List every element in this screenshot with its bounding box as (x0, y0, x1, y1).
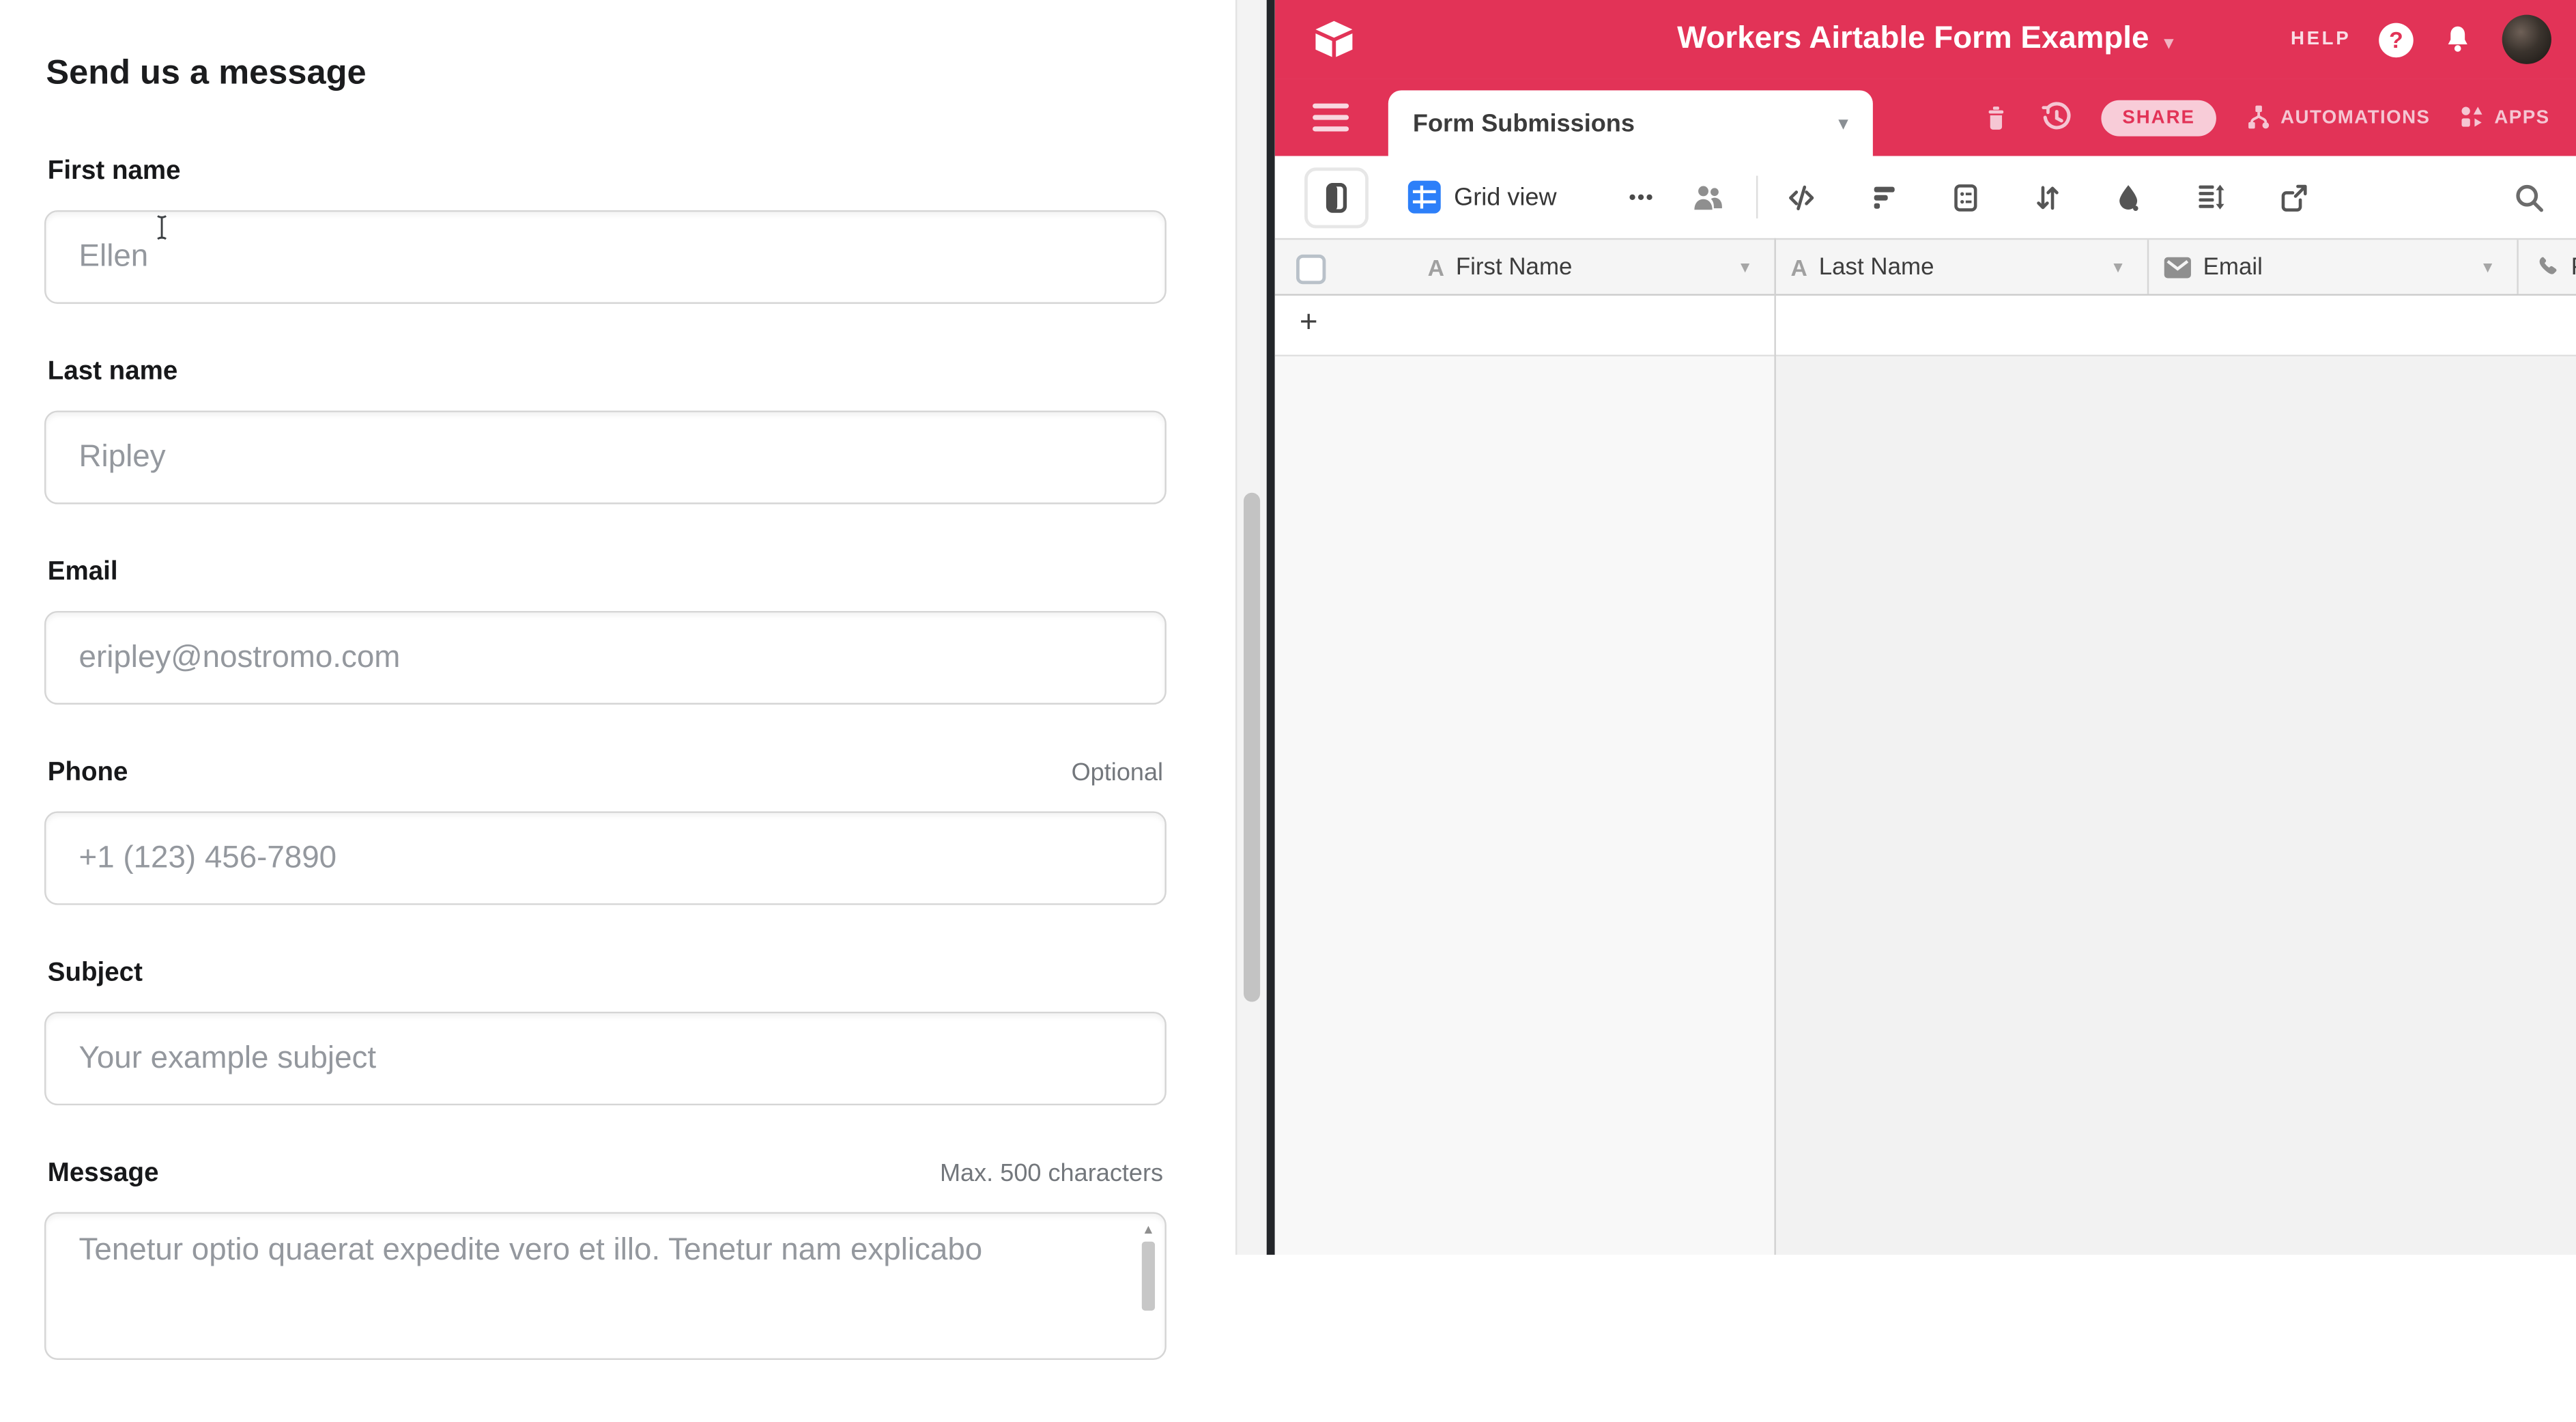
grid-view-icon (1408, 181, 1441, 214)
toolbar-divider (1756, 175, 1758, 218)
sidebar-toggle-icon (1324, 182, 1349, 213)
last-name-input[interactable] (44, 410, 1167, 504)
more-options-icon[interactable]: ••• (1629, 186, 1655, 209)
grid-record-area (1275, 356, 1775, 1255)
hide-fields-icon[interactable] (1784, 180, 1819, 214)
first-name-label: First name (48, 158, 181, 187)
email-label: Email (48, 558, 118, 588)
menu-icon[interactable] (1313, 104, 1349, 132)
chevron-down-icon[interactable]: ▾ (2164, 25, 2174, 53)
history-icon[interactable] (2039, 100, 2074, 135)
column-header-first-name[interactable]: A First Name ▾ (1413, 240, 1775, 294)
cursor-ibeam-icon (153, 214, 171, 242)
message-maxlength-hint: Max. 500 characters (940, 1159, 1163, 1187)
subject-label: Subject (48, 959, 143, 989)
automations-icon (2244, 102, 2272, 133)
scroll-up-arrow-icon[interactable]: ▲ (1139, 1222, 1158, 1237)
trash-icon[interactable] (1981, 101, 2010, 134)
form-pane-scrollbar-thumb[interactable] (1244, 493, 1260, 1002)
last-name-field-group: Last name (44, 358, 1167, 504)
chevron-down-icon[interactable]: ▾ (1741, 256, 1760, 277)
text-field-icon: A (1428, 254, 1444, 280)
view-toolbar: Grid view ••• (1275, 156, 2576, 238)
screen: Send us a message First name Last name E… (0, 0, 2576, 1255)
column-header-last-name[interactable]: A Last Name ▾ (1774, 240, 2147, 294)
airtable-window: Workers Airtable Form Example ▾ HELP ? F… (1275, 0, 2576, 1255)
row-height-icon[interactable] (2194, 181, 2229, 214)
textarea-scrollbar[interactable]: ▲ (1139, 1222, 1158, 1311)
textarea-scrollbar-thumb[interactable] (1142, 1242, 1155, 1311)
help-circle-icon[interactable]: ? (2379, 22, 2414, 57)
column-header-phone[interactable]: Phone (2517, 240, 2576, 294)
tab-form-submissions[interactable]: Form Submissions ▾ (1388, 90, 1873, 156)
grid-header-row: A First Name ▾ A Last Name ▾ Email ▾ (1275, 238, 2576, 296)
views-sidebar-toggle-button[interactable] (1304, 167, 1369, 227)
apps-icon (2458, 102, 2486, 133)
group-icon[interactable] (1950, 180, 1981, 214)
first-name-field-group: First name (44, 158, 1167, 304)
phone-input[interactable] (44, 811, 1167, 905)
pane-divider[interactable] (1267, 0, 1275, 1255)
bell-icon[interactable] (2442, 21, 2474, 57)
active-table-name: Form Submissions (1413, 109, 1635, 137)
column-divider[interactable] (1774, 238, 1775, 1255)
form-title: Send us a message (46, 54, 366, 94)
view-name-label[interactable]: Grid view (1454, 183, 1556, 211)
select-all-checkbox[interactable] (1296, 255, 1326, 284)
chevron-down-icon[interactable]: ▾ (2483, 256, 2502, 277)
add-record-row[interactable]: + (1275, 296, 2576, 356)
apps-button[interactable]: APPS (2458, 102, 2549, 133)
sort-icon[interactable] (2031, 180, 2063, 214)
chevron-down-icon[interactable]: ▾ (2113, 256, 2132, 277)
phone-optional-hint: Optional (1072, 758, 1163, 786)
airtable-tabbar: Form Submissions ▾ (1275, 79, 2576, 156)
automations-label: AUTOMATIONS (2280, 108, 2430, 128)
share-button[interactable]: SHARE (2101, 100, 2216, 136)
phone-label: Phone (48, 758, 128, 788)
message-textarea[interactable] (44, 1212, 1167, 1360)
message-label: Message (48, 1159, 159, 1189)
filter-icon[interactable] (1868, 181, 1901, 214)
form-fields: First name Last name Email Phone O (44, 158, 1167, 1422)
column-header-email[interactable]: Email ▾ (2147, 240, 2517, 294)
help-button[interactable]: HELP (2291, 29, 2351, 49)
airtable-topbar: Workers Airtable Form Example ▾ HELP ? (1275, 0, 2576, 79)
text-field-icon: A (1791, 254, 1807, 280)
subject-input[interactable] (44, 1012, 1167, 1105)
add-record-button[interactable]: + (1300, 305, 1318, 341)
first-name-input[interactable] (44, 210, 1167, 304)
base-title[interactable]: Workers Airtable Form Example (1677, 21, 2149, 57)
contact-form-pane: Send us a message First name Last name E… (0, 0, 1235, 1255)
search-icon[interactable] (2512, 180, 2547, 214)
email-input[interactable] (44, 611, 1167, 705)
last-name-label: Last name (48, 358, 177, 387)
avatar[interactable] (2502, 15, 2551, 64)
collaborators-icon[interactable] (1691, 181, 1727, 214)
phone-field-group: Phone Optional (44, 758, 1167, 905)
email-field-icon (2164, 255, 2192, 279)
form-pane-scrollbar[interactable] (1235, 0, 1267, 1255)
email-field-group: Email (44, 558, 1167, 705)
subject-field-group: Subject (44, 959, 1167, 1105)
automations-button[interactable]: AUTOMATIONS (2244, 102, 2430, 133)
color-icon[interactable] (2113, 180, 2145, 214)
message-field-group: Message Max. 500 characters ▲ (44, 1159, 1167, 1368)
chevron-down-icon[interactable]: ▾ (1838, 112, 1848, 135)
share-view-icon[interactable] (2277, 180, 2310, 214)
apps-label: APPS (2494, 108, 2549, 128)
phone-field-icon (2533, 254, 2560, 280)
